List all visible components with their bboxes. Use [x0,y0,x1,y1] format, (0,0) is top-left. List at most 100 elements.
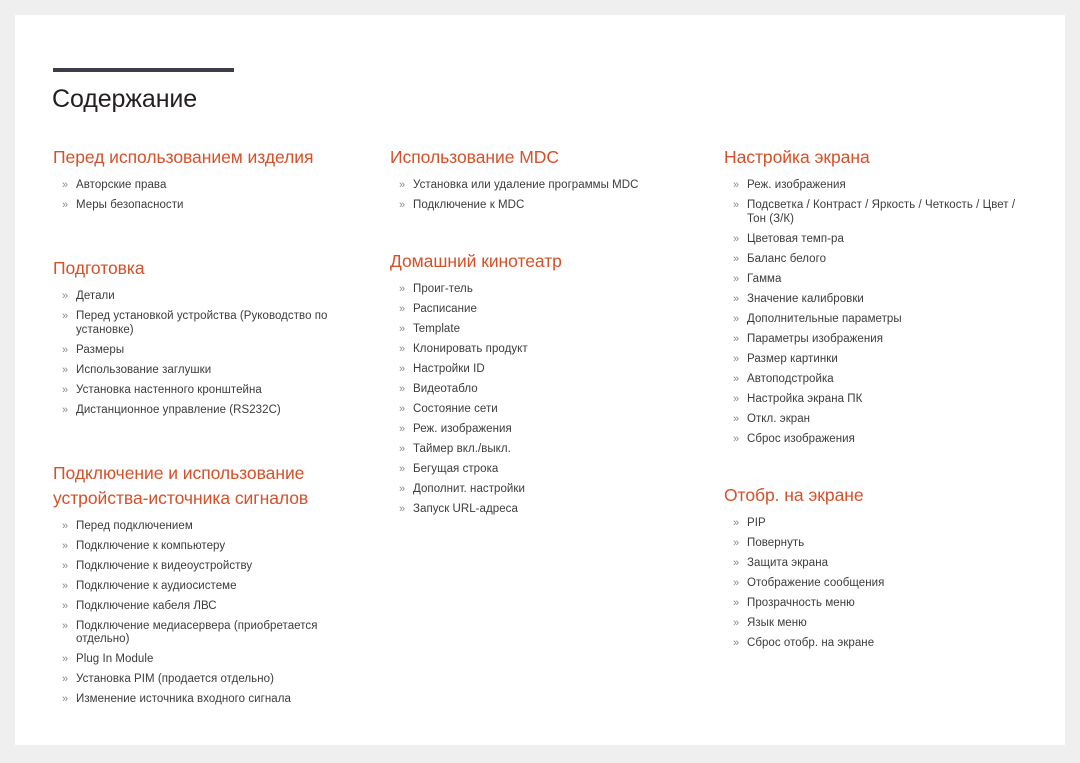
toc-entry[interactable]: » Использование заглушки [53,364,363,378]
chevron-right-icon: » [733,232,740,245]
toc-entry[interactable]: » Язык меню [724,617,1034,631]
toc-entry[interactable]: » Подключение к аудиосистеме [53,580,363,594]
chevron-right-icon: » [62,653,69,665]
toc-column-left: Перед использованием изделия » Авторские п… [53,145,363,713]
toc-entry[interactable]: » Подключение к компьютеру [53,540,363,554]
toc-entry-label: Установка или удаление программы MDC [413,179,639,191]
toc-entry[interactable]: » Автоподстройка [724,373,1034,387]
section-onscreen-display-heading[interactable]: Отобр. на экране [724,483,1034,508]
toc-entry-label: Подсветка / Контраст / Яркость / Четкост… [747,199,1016,225]
toc-entry-label: Использование заглушки [76,363,212,376]
section-using-mdc-items: » Установка или удаление программы MDC » По… [390,179,690,213]
section-onscreen-display: Отобр. на экране » PIP » Повернуть » Защита эк… [724,483,1034,651]
toc-entry-label: Подключение к видеоустройству [76,559,253,572]
section-screen-adjustment-items: » Реж. изображения » Подсветка / Контраст /… [724,179,1034,446]
toc-entry[interactable]: » Установка или удаление программы MDC [390,179,690,193]
toc-entry[interactable]: » Дистанционное управление (RS232C) [53,404,363,418]
section-onscreen-display-items: » PIP » Повернуть » Защита экрана » Отображение… [724,517,1034,651]
toc-entry[interactable]: » Установка настенного кронштейна [53,384,363,398]
toc-entry-label: Гамма [747,272,782,285]
toc-entry[interactable]: » Бегущая строка [390,463,690,477]
toc-entry[interactable]: » Подключение медиасервера (приобретается… [53,620,363,647]
toc-entry[interactable]: » Plug In Module [53,653,363,667]
toc-entry[interactable]: » Отображение сообщения [724,577,1034,591]
toc-entry[interactable]: » Изменение источника входного сигнала [53,693,363,707]
toc-entry-label: Защита экрана [747,556,829,569]
toc-entry-label: Состояние сети [413,403,498,415]
toc-entry[interactable]: » Подсветка / Контраст / Яркость / Четкос… [724,199,1034,226]
toc-entry[interactable]: » Откл. экран [724,413,1034,427]
toc-entry[interactable]: » PIP [724,517,1034,531]
section-home-theatre-items: » Проиг-тель » Расписание » Template » Клониров… [390,283,690,517]
toc-entry[interactable]: » Цветовая темп-ра [724,233,1034,247]
toc-entry-label: Подключение кабеля ЛВС [76,599,217,612]
toc-column-middle: Использование MDC » Установка или удаление… [390,145,690,523]
toc-entry[interactable]: » Состояние сети [390,403,690,417]
toc-entry[interactable]: » Подключение к видеоустройству [53,560,363,574]
section-preparation: Подготовка » Детали » Перед установкой устро… [53,256,363,417]
section-connecting-source-heading[interactable]: Подключение и использование устройства-и… [53,461,363,511]
toc-entry[interactable]: » Баланс белого [724,253,1034,267]
section-home-theatre-heading[interactable]: Домашний кинотеатр [390,249,690,274]
toc-entry[interactable]: » Прозрачность меню [724,597,1034,611]
section-screen-adjustment-heading[interactable]: Настройка экрана [724,145,1034,170]
toc-entry[interactable]: » Подключение к MDC [390,199,690,213]
toc-entry-label: Запуск URL-адреса [413,503,518,515]
toc-entry[interactable]: » Повернуть [724,537,1034,551]
chevron-right-icon: » [399,423,406,435]
chevron-right-icon: » [62,599,69,612]
toc-entry-label: Повернуть [747,536,805,549]
title-rule-decoration [53,68,234,72]
toc-entry[interactable]: » Таймер вкл./выкл. [390,443,690,457]
toc-entry[interactable]: » Сброс изображения [724,433,1034,447]
toc-entry-label: Бегущая строка [413,463,499,475]
toc-entry[interactable]: » Параметры изображения [724,333,1034,347]
toc-entry[interactable]: » Расписание [390,303,690,317]
toc-entry[interactable]: » Значение калибровки [724,293,1034,307]
chevron-right-icon: » [399,323,406,335]
toc-entry-label: Подключение к MDC [413,199,525,211]
toc-entry[interactable]: » Проиг-тель [390,283,690,297]
toc-entry[interactable]: » Дополнительные параметры [724,313,1034,327]
chevron-right-icon: » [733,199,740,211]
toc-entry[interactable]: » Дополнит. настройки [390,483,690,497]
toc-entry[interactable]: » Гамма [724,273,1034,287]
chevron-right-icon: » [62,619,69,632]
toc-entry[interactable]: » Подключение кабеля ЛВС [53,600,363,614]
toc-entry[interactable]: » Размеры [53,344,363,358]
toc-entry[interactable]: » Настройка экрана ПК [724,393,1034,407]
toc-entry[interactable]: » Клонировать продукт [390,343,690,357]
section-using-mdc-heading[interactable]: Использование MDC [390,145,690,170]
toc-entry-label: Установка PIM (продается отдельно) [76,673,274,685]
chevron-right-icon: » [733,412,740,425]
toc-entry[interactable]: » Видеотабло [390,383,690,397]
toc-entry-label: Отображение сообщения [747,576,885,589]
section-before-using-heading[interactable]: Перед использованием изделия [53,145,363,170]
toc-entry[interactable]: » Установка PIM (продается отдельно) [53,673,363,687]
toc-entry[interactable]: » Template [390,323,690,337]
page-title: Содержание [52,85,198,113]
toc-entry-label: Видеотабло [413,383,478,395]
toc-entry[interactable]: » Меры безопасности [53,199,363,213]
toc-entry[interactable]: » Реж. изображения [390,423,690,437]
section-preparation-heading[interactable]: Подготовка [53,256,363,281]
toc-entry[interactable]: » Запуск URL-адреса [390,503,690,517]
toc-entry[interactable]: » Реж. изображения [724,179,1034,193]
toc-entry-label: Установка настенного кронштейна [76,383,262,396]
toc-entry[interactable]: » Перед установкой устройства (Руководств… [53,310,363,337]
toc-entry-label: Параметры изображения [747,332,883,345]
toc-entry[interactable]: » Размер картинки [724,353,1034,367]
chevron-right-icon: » [62,673,69,685]
toc-entry[interactable]: » Настройки ID [390,363,690,377]
section-home-theatre: Домашний кинотеатр » Проиг-тель » Расписание… [390,249,690,517]
toc-entry[interactable]: » Перед подключением [53,520,363,534]
toc-entry[interactable]: » Защита экрана [724,557,1034,571]
chevron-right-icon: » [399,303,406,315]
toc-entry[interactable]: » Детали [53,290,363,304]
toc-entry[interactable]: » Авторские права [53,179,363,193]
toc-column-right: Настройка экрана » Реж. изображения » Подсве… [724,145,1034,657]
toc-entry[interactable]: » Сброс отобр. на экране [724,637,1034,651]
